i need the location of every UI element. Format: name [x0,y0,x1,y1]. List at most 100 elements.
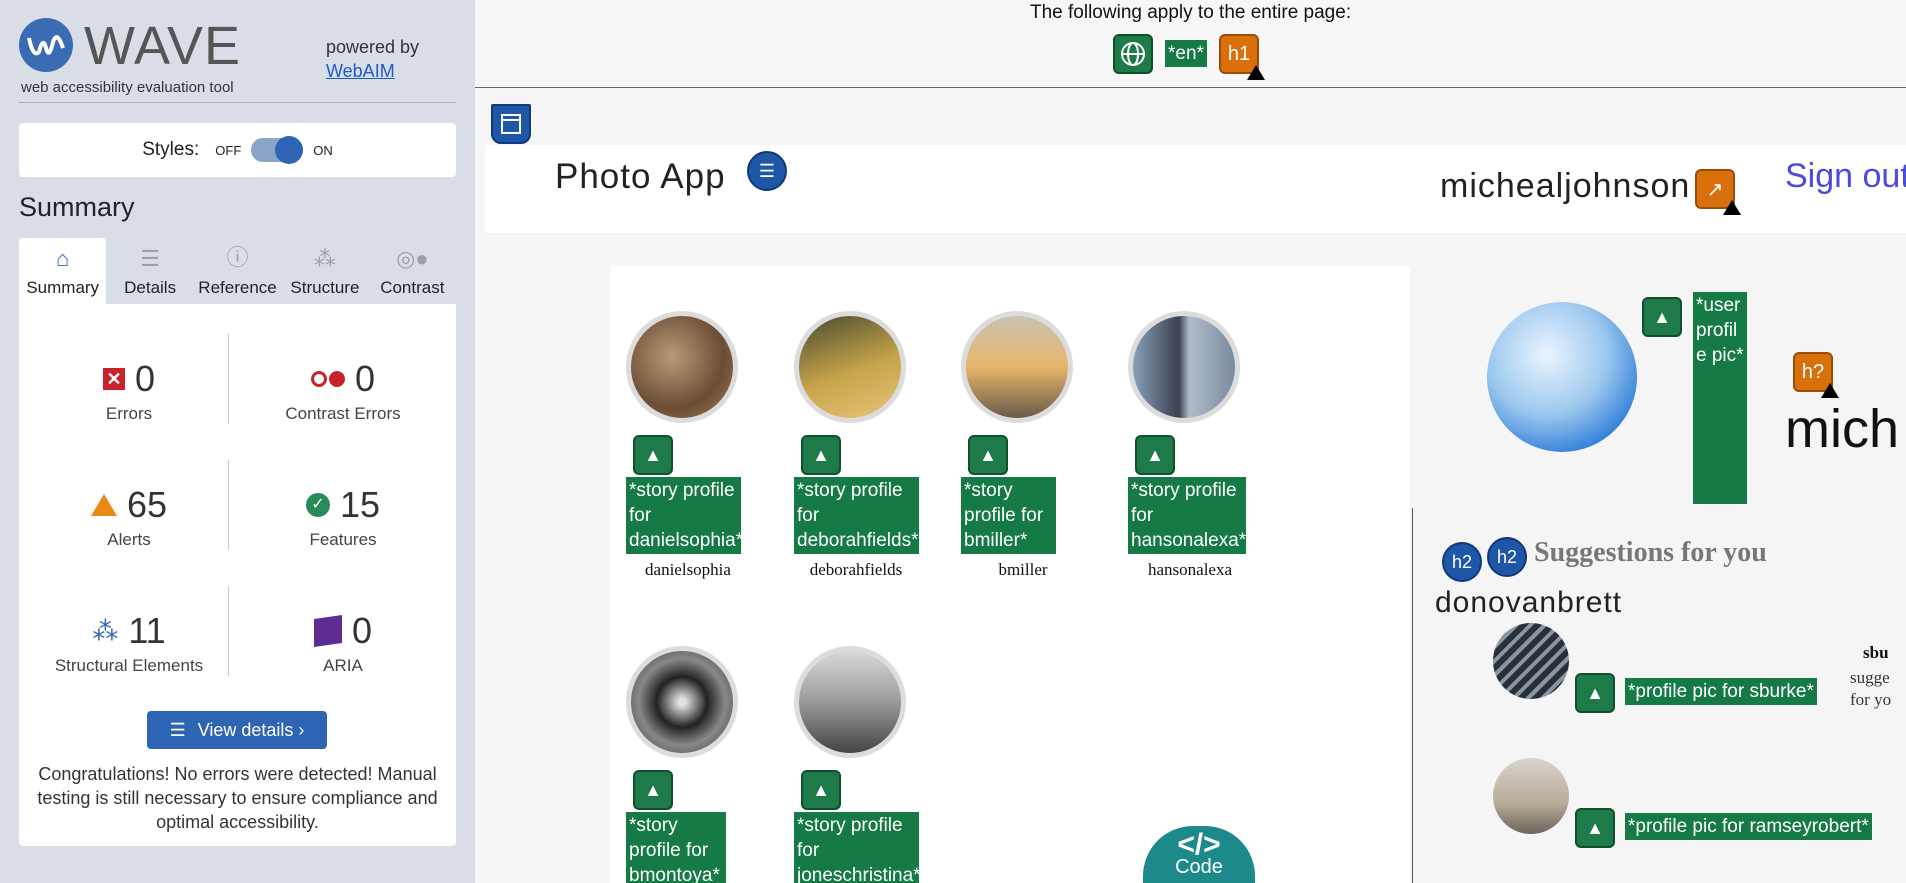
styles-off-label: OFF [215,142,242,158]
image-alt-icon[interactable]: ▲ [968,435,1008,475]
wave-tabs: ⌂ Summary ☰ Details ⓘ Reference ⁂ Struct… [19,238,457,304]
image-alt-icon[interactable]: ▲ [633,435,673,475]
story-item[interactable]: ▲ *story profile for hansonalexa* hanson… [1128,311,1278,580]
errors-count: 0 [134,358,156,399]
story-item[interactable]: ▲ *story profile for bmontoya* bmontoya [626,646,776,883]
page-level-text: The following apply to the entire page: [1030,2,1352,23]
story-avatar[interactable] [794,311,906,423]
list-icon: ☰ [169,719,186,740]
stat-divider [228,334,229,424]
story-alt-text: *story profile for hansonalexa* [1128,477,1246,554]
features-label: Features [309,530,377,549]
powered-by: powered by WebAIM [326,35,419,83]
story-avatar[interactable] [1128,311,1240,423]
stories-panel: ▲ *story profile for danielsophia* danie… [610,266,1410,883]
code-toggle-button[interactable]: </> Code [1143,826,1255,883]
story-username: hansonalexa [1147,560,1233,579]
user-profile-pic[interactable] [1487,302,1637,452]
tab-summary[interactable]: ⌂ Summary [19,238,107,304]
structure-icon: ⁂ [92,615,119,646]
alerts-label: Alerts [107,530,151,549]
story-item[interactable]: ▲ *story profile for danielsophia* danie… [626,311,776,580]
hierarchy-icon: ⁂ [313,246,336,271]
aria-label: ARIA [323,656,363,675]
story-item[interactable]: ▲ *story profile for deborahfields* debo… [794,311,944,580]
tab-structure[interactable]: ⁂ Structure [281,238,369,304]
error-icon: ✕ [102,368,125,390]
stat-contrast-errors: 0 Contrast Errors [243,358,443,424]
suggestion-avatar[interactable] [1493,758,1569,834]
tab-details[interactable]: ☰ Details [106,238,194,304]
lang-label: *en* [1165,40,1207,67]
h2-icon[interactable]: h2 [1442,542,1482,582]
wave-subtitle: web accessibility evaluation tool [21,79,234,96]
view-details-button[interactable]: ☰ View details › [147,711,327,749]
congrats-message: Congratulations! No errors were detected… [37,764,438,832]
structural-count: 11 [128,610,166,651]
home-icon: ⌂ [56,246,70,271]
story-avatar[interactable] [961,311,1073,423]
image-alt-icon[interactable]: ▲ [1575,808,1615,848]
story-item[interactable]: ▲ *story profile for bmiller* bmiller [961,311,1111,580]
image-alt-icon[interactable]: ▲ [1642,297,1682,337]
styles-toggle[interactable] [251,136,304,164]
powered-by-text: powered by [326,37,420,57]
wave-logo-icon [19,18,73,72]
h2-icon[interactable]: h2 [1487,537,1527,577]
image-alt-icon[interactable]: ▲ [1575,673,1615,713]
heading-unknown-icon[interactable]: h? [1793,352,1839,398]
code-icon: </> [1177,828,1221,861]
wave-sidebar: WAVE web accessibility evaluation tool p… [0,0,475,883]
summary-heading: Summary [19,192,135,222]
h1-alert-icon[interactable]: h1 [1219,34,1265,80]
story-username: deborahfields [809,560,903,579]
stat-alerts: 65 Alerts [29,484,229,550]
sign-out-link[interactable]: Sign out [1785,157,1906,196]
feature-check-icon: ✓ [305,493,330,517]
sidebar-divider [19,102,456,103]
stat-aria: 0 ARIA [243,610,443,676]
story-avatar[interactable] [626,311,738,423]
image-alt-icon[interactable]: ▲ [801,435,841,475]
stat-divider [228,586,229,676]
image-alt-icon[interactable]: ▲ [801,770,841,810]
image-alt-icon[interactable]: ▲ [1135,435,1175,475]
wave-logo-text: WAVE [84,16,242,76]
contrast-errors-count: 0 [354,358,376,399]
nav-username[interactable]: michealjohnson [1440,167,1690,206]
story-alt-text: *story profile for bmiller* [961,477,1056,554]
h1-label: h1 [1227,42,1251,65]
contrast-error-icon [310,371,345,387]
tab-label: Structure [290,278,360,297]
evaluated-page: The following apply to the entire page: … [475,0,1906,883]
aria-count: 0 [351,610,373,651]
warning-icon [1821,383,1839,398]
webaim-link[interactable]: WebAIM [326,59,419,83]
alerts-count: 65 [126,484,168,525]
tab-label: Details [124,278,177,297]
suggestions-title: Suggestions for you [1534,537,1767,568]
tab-contrast[interactable]: ◎● Contrast [368,238,457,304]
suggestion-avatar[interactable] [1493,623,1569,699]
app-title[interactable]: Photo App [555,157,726,197]
warning-icon [1247,65,1265,80]
page-level-notice: The following apply to the entire page: … [475,0,1906,88]
language-globe-icon[interactable] [1113,34,1153,74]
suggest-username: donovanbrett [1435,586,1623,619]
region-icon[interactable] [491,104,531,144]
features-count: 15 [339,484,381,525]
tab-label: Reference [198,278,277,297]
errors-label: Errors [105,404,153,423]
story-avatar[interactable] [794,646,906,758]
suggestion-username: sbu [1863,643,1889,662]
list-structure-icon[interactable]: ☰ [747,151,787,191]
story-alt-text: *story profile for bmontoya* [626,812,726,883]
story-username: danielsophia [645,560,731,579]
story-alt-text: *story profile for joneschristina* [794,812,921,883]
image-alt-icon[interactable]: ▲ [633,770,673,810]
tab-reference[interactable]: ⓘ Reference [193,238,282,304]
h2-label: h2 [1496,546,1518,567]
redundant-link-icon[interactable]: ↗ [1695,169,1741,215]
story-avatar[interactable] [626,646,738,758]
story-item[interactable]: ▲ *story profile for joneschristina* jon… [794,646,944,883]
